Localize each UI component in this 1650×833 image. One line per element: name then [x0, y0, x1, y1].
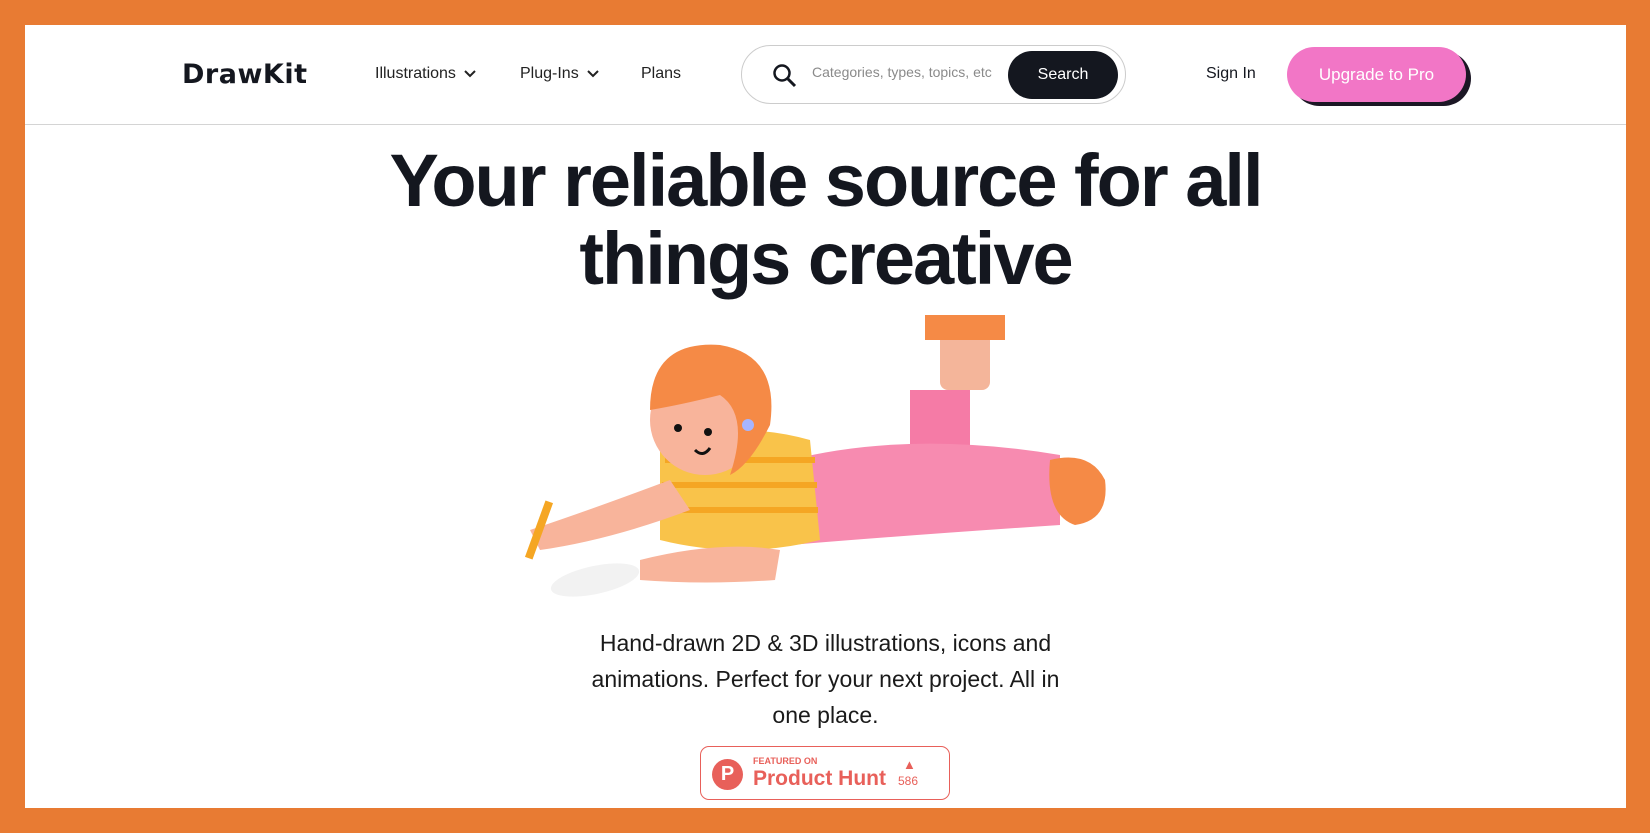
chevron-down-icon: [586, 70, 599, 78]
search-button[interactable]: Search: [1008, 51, 1118, 99]
product-hunt-icon: P: [712, 759, 743, 790]
badge-featured-label: FEATURED ON: [753, 756, 818, 766]
hero-title-line: Your reliable source for all: [389, 139, 1263, 222]
product-hunt-badge[interactable]: P FEATURED ON Product Hunt ▲ 586: [700, 746, 950, 800]
nav-label: Plug-Ins: [520, 65, 579, 82]
search-bar: Search: [741, 45, 1126, 104]
nav-label: Illustrations: [375, 65, 456, 82]
upvote-count: 586: [898, 774, 919, 788]
hero-title-line: things creative: [579, 217, 1073, 300]
page: DrawKit Illustrations Plug-Ins Plans Sea…: [25, 25, 1626, 808]
subtitle-line: animations. Perfect for your next projec…: [591, 666, 1060, 692]
subtitle-line: Hand-drawn 2D & 3D illustrations, icons …: [599, 630, 1052, 656]
chevron-down-icon: [464, 70, 476, 78]
search-icon: [773, 64, 797, 88]
header: DrawKit Illustrations Plug-Ins Plans Sea…: [25, 25, 1626, 125]
logo[interactable]: DrawKit: [182, 59, 307, 90]
search-input[interactable]: [812, 64, 992, 80]
subtitle-line: one place.: [772, 702, 879, 728]
hero-subtitle: Hand-drawn 2D & 3D illustrations, icons …: [25, 625, 1626, 733]
hero-illustration: [524, 315, 1106, 597]
sign-in-link[interactable]: Sign In: [1206, 65, 1256, 83]
nav-plug-ins[interactable]: Plug-Ins: [520, 65, 599, 83]
nav-illustrations[interactable]: Illustrations: [375, 65, 476, 83]
hero-title: Your reliable source for all things creat…: [25, 142, 1626, 298]
badge-name: Product Hunt: [753, 767, 886, 790]
upgrade-to-pro-button[interactable]: Upgrade to Pro: [1287, 47, 1466, 102]
nav-plans[interactable]: Plans: [641, 65, 681, 83]
nav-label: Plans: [641, 65, 682, 82]
upvote-triangle-icon: ▲: [903, 757, 916, 772]
